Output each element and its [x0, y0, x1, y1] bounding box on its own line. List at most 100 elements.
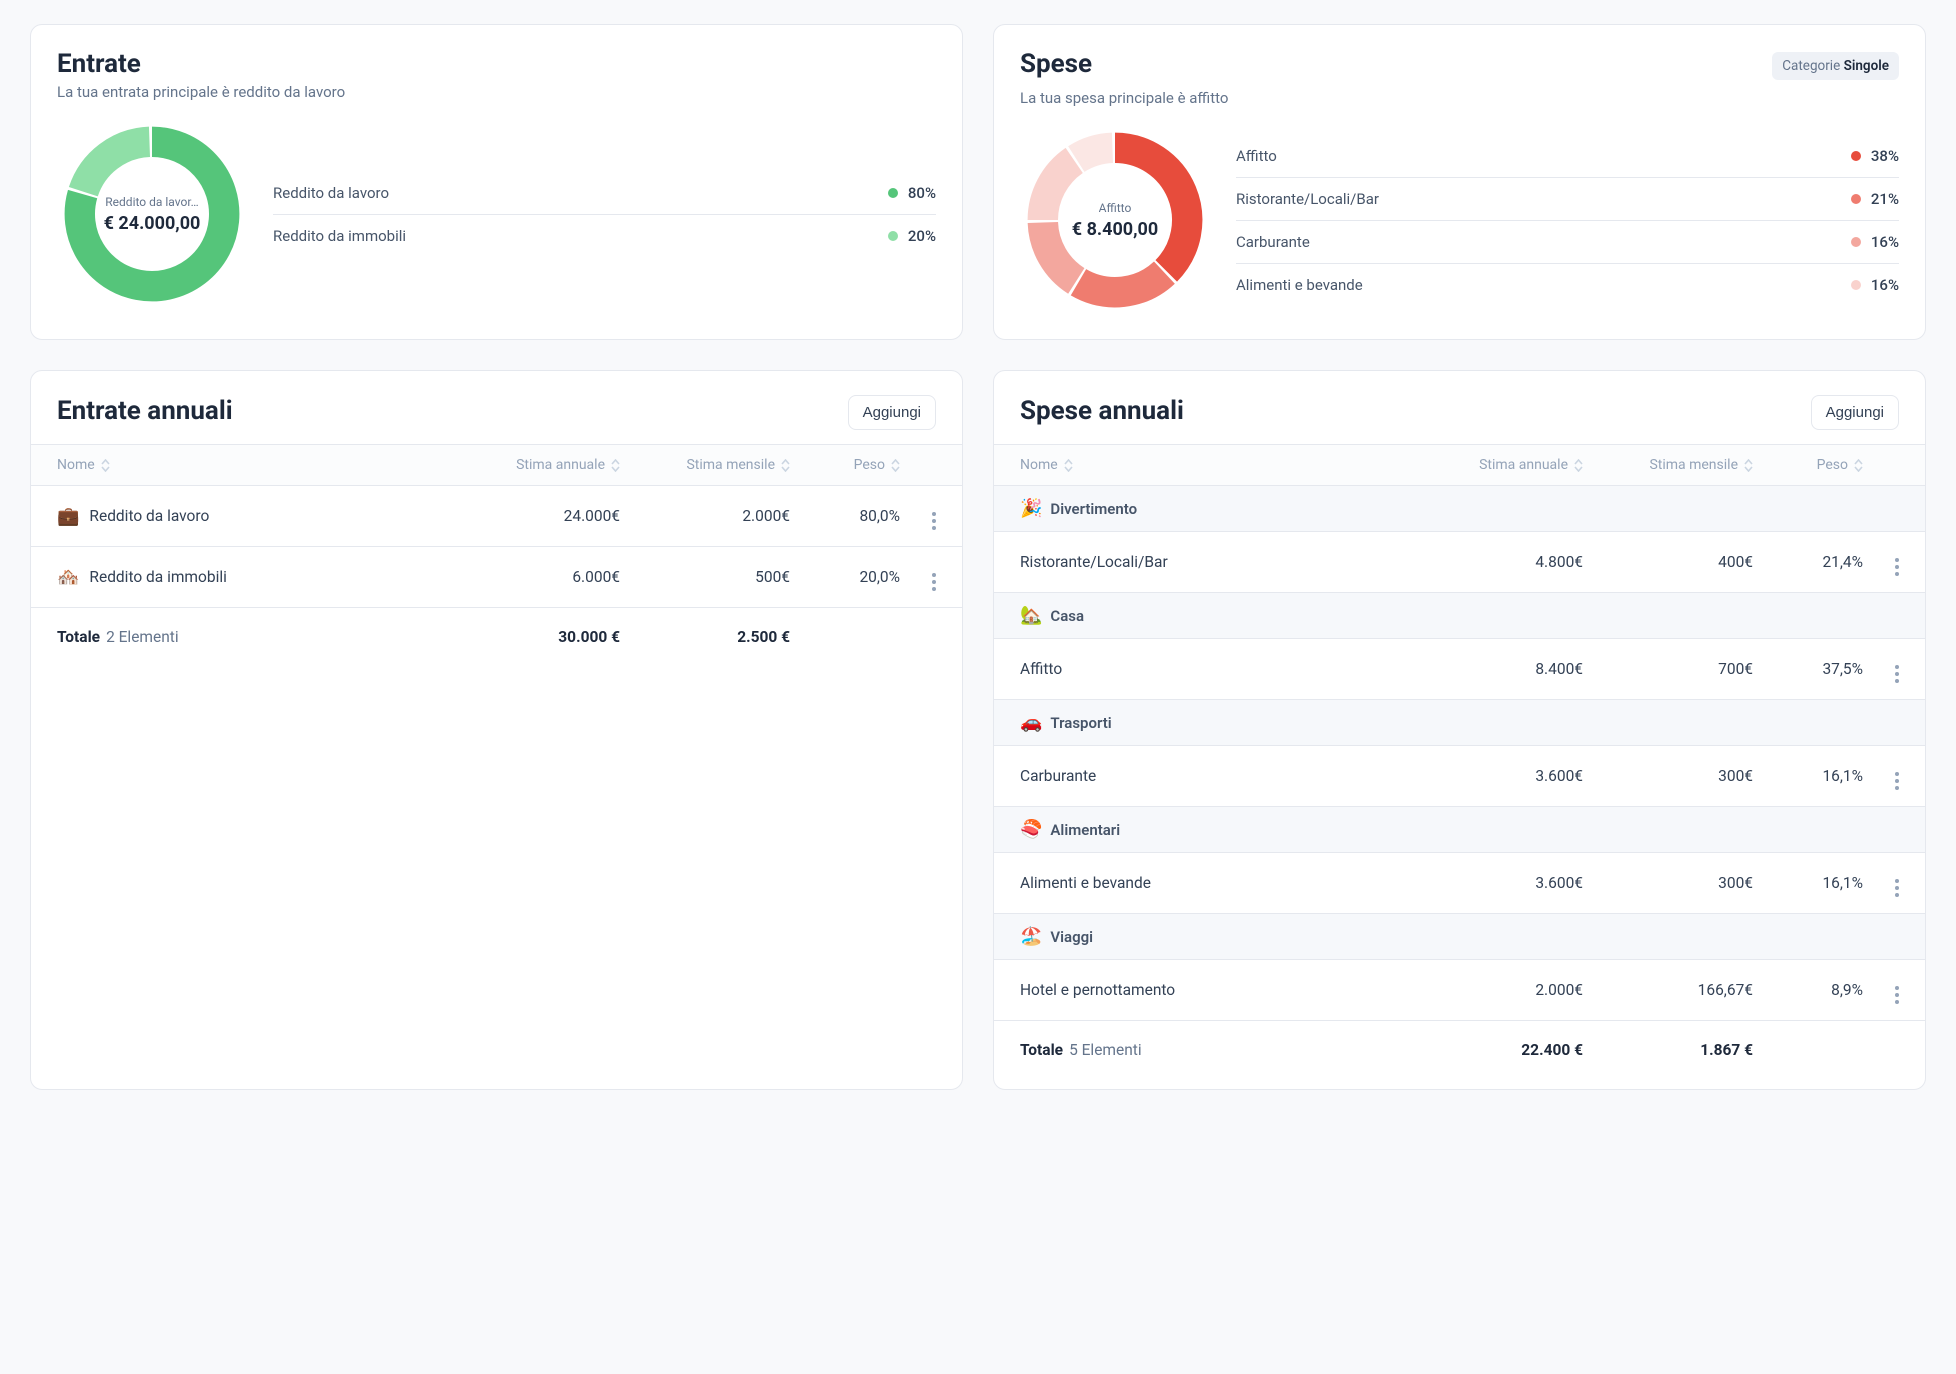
- legend-row[interactable]: Affitto38%: [1236, 135, 1899, 178]
- row-annual: 2.000€: [1413, 981, 1583, 999]
- more-vertical-icon: [932, 573, 936, 591]
- row-monthly: 400€: [1583, 553, 1753, 571]
- legend-dot-icon: [1851, 194, 1861, 204]
- col-weight[interactable]: Peso: [1753, 457, 1863, 473]
- row-annual: 8.400€: [1413, 660, 1583, 678]
- row-monthly: 300€: [1583, 874, 1753, 892]
- income-title: Entrate: [57, 49, 936, 79]
- group-name: Trasporti: [1050, 714, 1111, 732]
- table-row[interactable]: Hotel e pernottamento2.000€166,67€8,9%: [994, 960, 1925, 1021]
- add-income-button[interactable]: Aggiungi: [848, 395, 936, 430]
- category-toggle-badge[interactable]: Categorie Singole: [1772, 52, 1899, 80]
- group-icon: 🍣: [1020, 819, 1042, 840]
- legend-pct: 20%: [908, 227, 936, 245]
- row-monthly: 300€: [1583, 767, 1753, 785]
- group-header[interactable]: 🍣 Alimentari: [994, 807, 1925, 853]
- row-menu-button[interactable]: [1863, 548, 1899, 576]
- col-monthly[interactable]: Stima mensile: [620, 457, 790, 473]
- row-weight: 37,5%: [1753, 660, 1863, 678]
- income-donut-card: Entrate La tua entrata principale è redd…: [30, 24, 963, 340]
- legend-dot-icon: [1851, 237, 1861, 247]
- group-name: Viaggi: [1050, 928, 1093, 946]
- group-icon: 🏖️: [1020, 926, 1042, 947]
- col-weight[interactable]: Peso: [790, 457, 900, 473]
- col-annual[interactable]: Stima annuale: [1413, 457, 1583, 473]
- total-monthly: 1.867 €: [1583, 1041, 1753, 1059]
- badge-prefix: Categorie: [1782, 58, 1843, 74]
- sort-icon: [1744, 459, 1753, 472]
- group-header[interactable]: 🏖️ Viaggi: [994, 914, 1925, 960]
- legend-label: Reddito da immobili: [273, 227, 406, 245]
- income-donut-chart: Reddito da lavor… € 24.000,00: [57, 119, 247, 309]
- income-subtitle: La tua entrata principale è reddito da l…: [57, 83, 936, 101]
- expense-donut-chart: Affitto € 8.400,00: [1020, 125, 1210, 315]
- col-monthly[interactable]: Stima mensile: [1583, 457, 1753, 473]
- legend-row[interactable]: Ristorante/Locali/Bar21%: [1236, 178, 1899, 221]
- legend-row[interactable]: Carburante16%: [1236, 221, 1899, 264]
- col-annual[interactable]: Stima annuale: [450, 457, 620, 473]
- col-name[interactable]: Nome: [57, 457, 450, 473]
- total-monthly: 2.500 €: [620, 628, 790, 646]
- row-name: Hotel e pernottamento: [1020, 981, 1175, 999]
- expense-donut-card: Spese Categorie Singole La tua spesa pri…: [993, 24, 1926, 340]
- row-menu-button[interactable]: [1863, 976, 1899, 1004]
- more-vertical-icon: [1895, 665, 1899, 683]
- table-row[interactable]: Carburante3.600€300€16,1%: [994, 746, 1925, 807]
- table-row[interactable]: Alimenti e bevande3.600€300€16,1%: [994, 853, 1925, 914]
- group-header[interactable]: 🏡Casa: [994, 593, 1925, 639]
- expense-table-title: Spese annuali: [1020, 396, 1184, 426]
- row-annual: 4.800€: [1413, 553, 1583, 571]
- expense-donut-center-value: € 8.400,00: [1072, 219, 1158, 240]
- expense-donut-center-label: Affitto: [1099, 201, 1132, 215]
- legend-row[interactable]: Reddito da lavoro80%: [273, 172, 936, 215]
- row-icon: 🏘️: [57, 567, 79, 588]
- row-menu-button[interactable]: [900, 502, 936, 530]
- income-table-title: Entrate annuali: [57, 396, 233, 426]
- total-count: 5 Elementi: [1069, 1041, 1142, 1059]
- more-vertical-icon: [932, 512, 936, 530]
- total-label: Totale: [57, 628, 100, 646]
- sort-icon: [101, 459, 110, 472]
- table-row[interactable]: Affitto8.400€700€37,5%: [994, 639, 1925, 700]
- col-name[interactable]: Nome: [1020, 457, 1413, 473]
- expense-table-header: Nome Stima annuale Stima mensile Peso: [994, 444, 1925, 486]
- more-vertical-icon: [1895, 986, 1899, 1004]
- legend-dot-icon: [888, 231, 898, 241]
- add-expense-button[interactable]: Aggiungi: [1811, 395, 1899, 430]
- legend-dot-icon: [888, 188, 898, 198]
- sort-icon: [891, 459, 900, 472]
- row-annual: 3.600€: [1413, 874, 1583, 892]
- group-name: Alimentari: [1050, 821, 1120, 839]
- row-name: Affitto: [1020, 660, 1062, 678]
- row-annual: 6.000€: [450, 568, 620, 586]
- legend-row[interactable]: Alimenti e bevande16%: [1236, 264, 1899, 306]
- group-icon: 🏡: [1020, 605, 1042, 626]
- table-row[interactable]: Ristorante/Locali/Bar4.800€400€21,4%: [994, 532, 1925, 593]
- row-weight: 20,0%: [790, 568, 900, 586]
- table-row[interactable]: 💼Reddito da lavoro24.000€2.000€80,0%: [31, 486, 962, 547]
- expense-table-footer: Totale5 Elementi 22.400 € 1.867 €: [994, 1021, 1925, 1065]
- table-row[interactable]: 🏘️Reddito da immobili6.000€500€20,0%: [31, 547, 962, 608]
- income-legend: Reddito da lavoro80% Reddito da immobili 2…: [273, 172, 936, 257]
- row-weight: 16,1%: [1753, 767, 1863, 785]
- row-menu-button[interactable]: [1863, 869, 1899, 897]
- more-vertical-icon: [1895, 558, 1899, 576]
- row-name: Ristorante/Locali/Bar: [1020, 553, 1168, 571]
- row-menu-button[interactable]: [900, 563, 936, 591]
- expense-legend: Affitto38%Ristorante/Locali/Bar21%Carbur…: [1236, 135, 1899, 306]
- row-annual: 24.000€: [450, 507, 620, 525]
- sort-icon: [1854, 459, 1863, 472]
- badge-value: Singole: [1844, 58, 1889, 74]
- row-menu-button[interactable]: [1863, 655, 1899, 683]
- legend-row[interactable]: Reddito da immobili 20%: [273, 215, 936, 257]
- legend-label: Affitto: [1236, 147, 1277, 165]
- total-annual: 30.000 €: [450, 628, 620, 646]
- row-name: Reddito da immobili: [89, 568, 226, 586]
- row-menu-button[interactable]: [1863, 762, 1899, 790]
- legend-dot-icon: [1851, 280, 1861, 290]
- total-count: 2 Elementi: [106, 628, 179, 646]
- legend-pct: 80%: [908, 184, 936, 202]
- group-header[interactable]: 🎉Divertimento: [994, 486, 1925, 532]
- legend-label: Alimenti e bevande: [1236, 276, 1363, 294]
- group-header[interactable]: 🚗Trasporti: [994, 700, 1925, 746]
